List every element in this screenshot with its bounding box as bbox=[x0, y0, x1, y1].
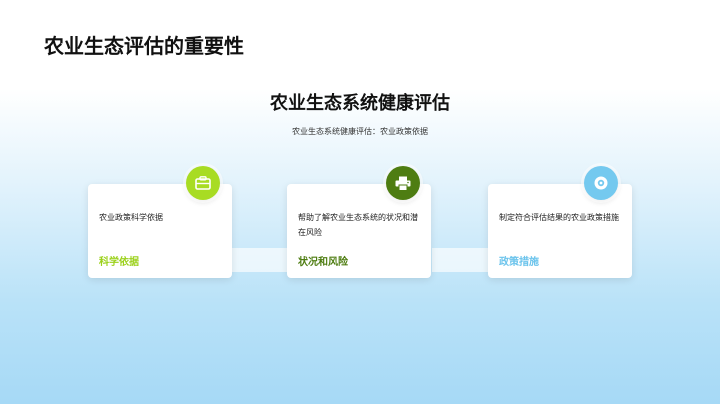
card-tag: 状况和风险 bbox=[298, 257, 348, 268]
card-policy-measures: 制定符合评估结果的农业政策措施 政策措施 bbox=[488, 184, 632, 278]
connector-bar bbox=[232, 248, 287, 272]
printer-icon bbox=[386, 166, 420, 200]
card-tag: 政策措施 bbox=[499, 257, 539, 268]
center-subtitle: 农业生态系统健康评估：农业政策依据 bbox=[292, 127, 428, 136]
target-icon bbox=[584, 166, 618, 200]
center-title: 农业生态系统健康评估 bbox=[270, 93, 450, 114]
briefcase-icon bbox=[186, 166, 220, 200]
card-description: 制定符合评估结果的农业政策措施 bbox=[499, 213, 619, 222]
card-tag: 科学依据 bbox=[99, 257, 139, 268]
connector-bar bbox=[432, 248, 488, 272]
card-description: 帮助了解农业生态系统的状况和潜在风险 bbox=[298, 213, 418, 237]
slide-title: 农业生态评估的重要性 bbox=[44, 34, 244, 58]
card-description: 农业政策科学依据 bbox=[99, 213, 163, 222]
